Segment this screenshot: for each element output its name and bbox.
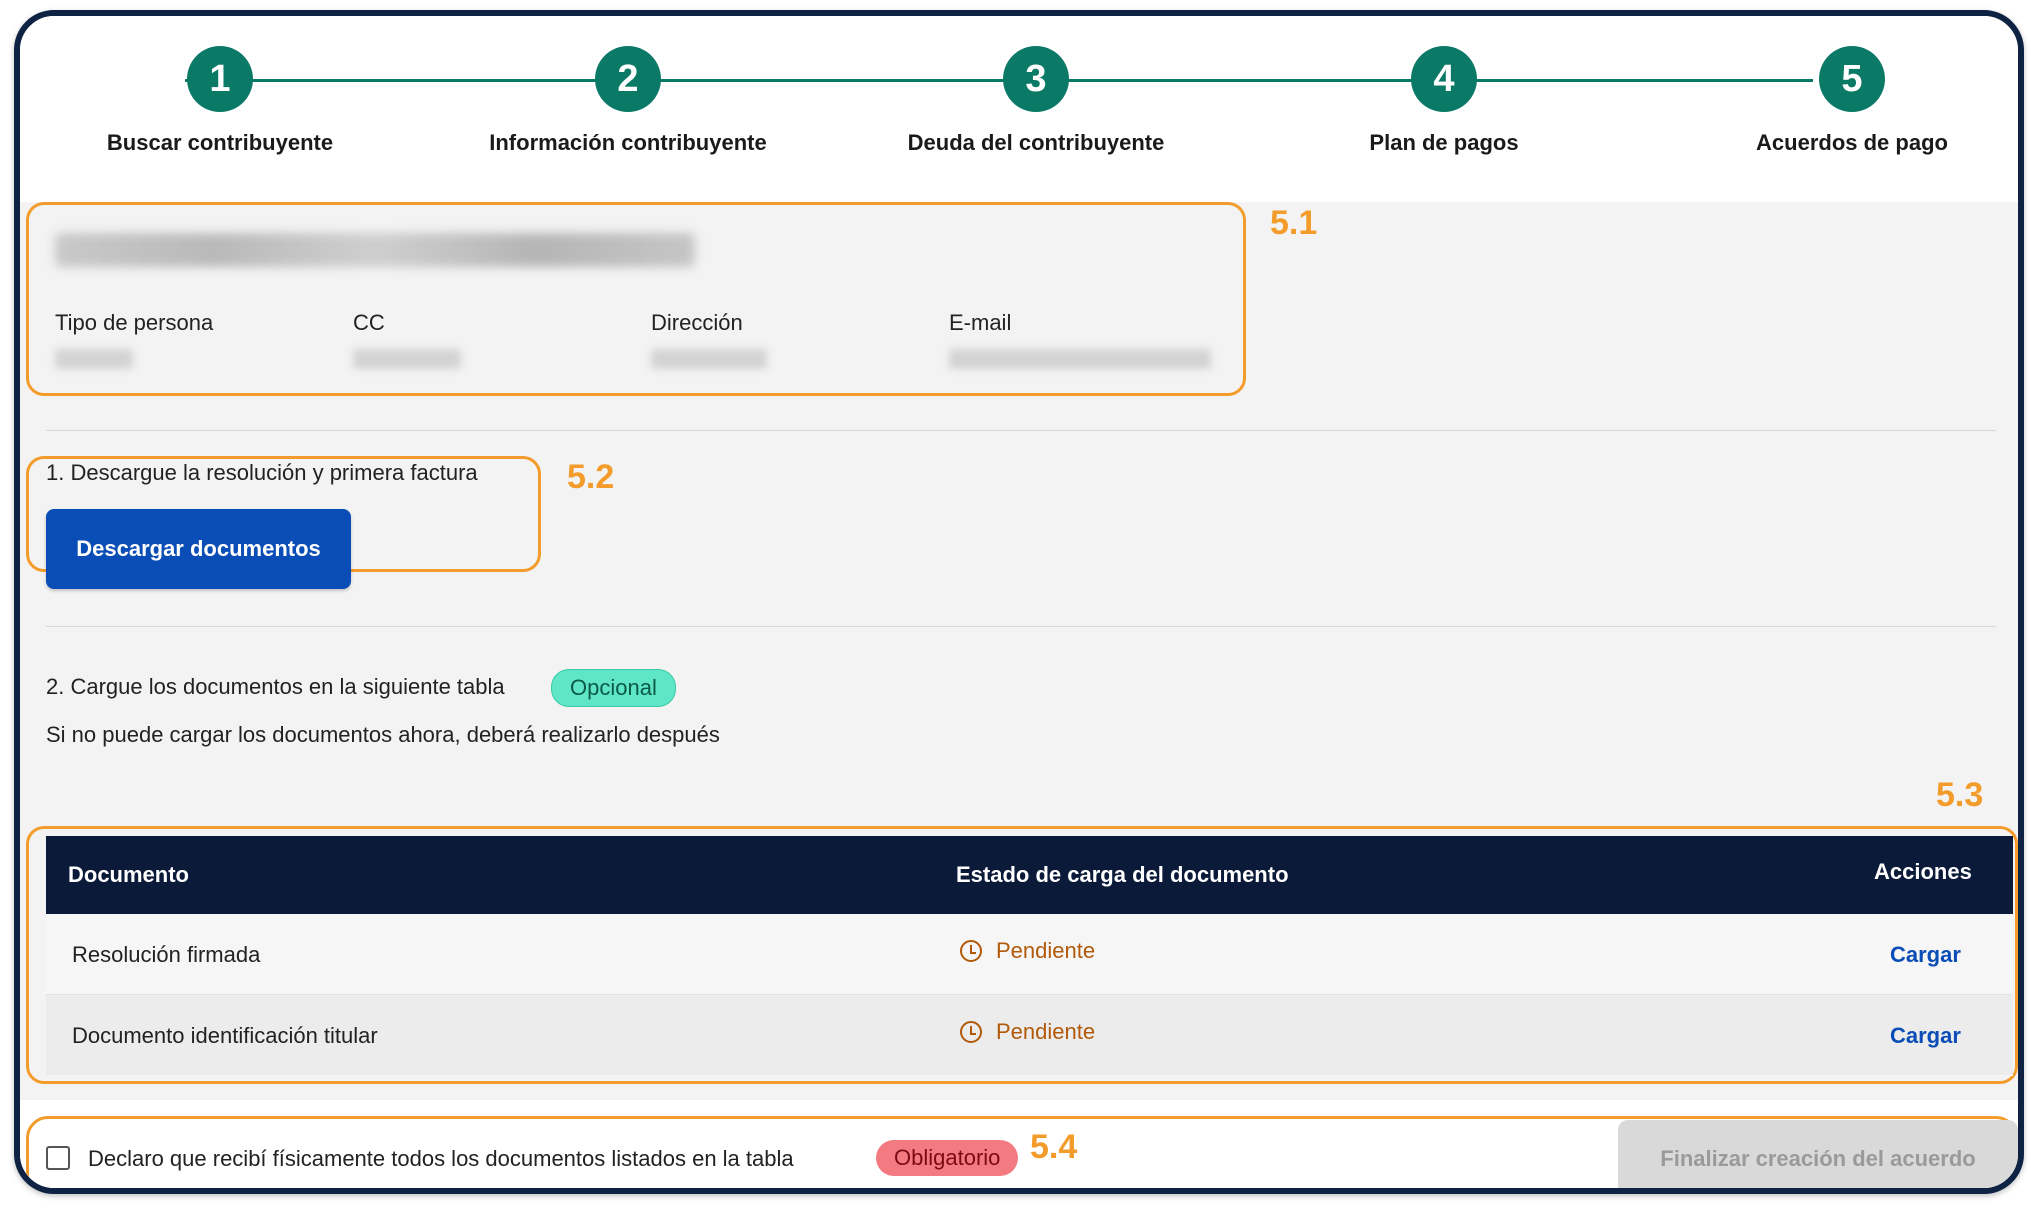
step-number: 1 [187, 46, 253, 112]
field-label-cc: CC [353, 310, 385, 335]
field-value-redacted [353, 349, 461, 369]
status-pending: Pendiente [960, 938, 1095, 964]
status-text: Pendiente [996, 1019, 1096, 1044]
step-2[interactable]: 2 Información contribuyente [478, 46, 778, 156]
taxpayer-name-redacted [55, 233, 695, 267]
required-badge: Obligatorio [876, 1140, 1019, 1176]
field-label-address: Dirección [651, 310, 743, 335]
clock-icon [960, 940, 982, 962]
step-number: 4 [1411, 46, 1477, 112]
field-value-redacted [651, 349, 767, 369]
step-label: Buscar contribuyente [106, 130, 334, 155]
column-header-status: Estado de carga del documento [956, 862, 1289, 887]
annotation-5-3: 5.3 [1936, 776, 1984, 814]
step-5[interactable]: 5 Acuerdos de pago [1702, 46, 2002, 156]
field-value-redacted [949, 349, 1211, 369]
finish-agreement-button[interactable]: Finalizar creación del acuerdo [1618, 1120, 2018, 1188]
column-header-actions: Acciones [1874, 859, 1972, 884]
table-row: Documento identificación titular Pendien… [46, 995, 2013, 1075]
stepper: 1 Buscar contribuyente 2 Información con… [20, 16, 2018, 202]
field-value-redacted [55, 349, 133, 369]
clock-icon [960, 1021, 982, 1043]
step-label: Plan de pagos [1369, 130, 1519, 155]
divider [46, 430, 1996, 431]
step-label: Deuda del contribuyente [907, 130, 1165, 155]
column-header-document: Documento [68, 862, 189, 887]
table-header: Documento Estado de carga del documento … [46, 836, 2013, 914]
section2-subtitle: Si no puede cargar los documentos ahora,… [46, 722, 720, 747]
taxpayer-card: Tipo de persona CC Dirección E-mail [26, 202, 1246, 396]
annotation-5-1: 5.1 [1270, 204, 1318, 242]
annotation-5-2: 5.2 [567, 458, 615, 496]
step-number: 5 [1819, 46, 1885, 112]
field-label-email: E-mail [949, 310, 1012, 335]
annotation-5-4: 5.4 [1030, 1128, 1078, 1166]
step-label: Acuerdos de pago [1756, 130, 1948, 155]
document-name: Resolución firmada [72, 942, 261, 967]
declaration-text: Declaro que recibí físicamente todos los… [88, 1146, 794, 1171]
upload-link[interactable]: Cargar [1890, 1023, 1961, 1049]
documents-table: Documento Estado de carga del documento … [46, 836, 2013, 1076]
field-label-person-type: Tipo de persona [55, 310, 214, 335]
app-window: 1 Buscar contribuyente 2 Información con… [14, 10, 2024, 1194]
step-label: Información contribuyente [489, 130, 767, 155]
section2-title: 2. Cargue los documentos en la siguiente… [46, 674, 505, 699]
upload-link[interactable]: Cargar [1890, 942, 1961, 968]
step-3[interactable]: 3 Deuda del contribuyente [886, 46, 1186, 156]
main-content: Tipo de persona CC Dirección E-mail 5.1 … [20, 202, 2018, 1188]
divider [46, 626, 1996, 627]
status-pending: Pendiente [960, 1019, 1095, 1045]
step-number: 2 [595, 46, 661, 112]
optional-badge: Opcional [551, 669, 676, 707]
step-number: 3 [1003, 46, 1069, 112]
table-row: Resolución firmada Pendiente Cargar [46, 914, 2013, 995]
step-4[interactable]: 4 Plan de pagos [1294, 46, 1594, 156]
declaration-checkbox[interactable] [46, 1146, 70, 1170]
section1-title: 1. Descargue la resolución y primera fac… [46, 460, 478, 485]
status-text: Pendiente [996, 938, 1096, 963]
download-documents-button[interactable]: Descargar documentos [46, 509, 351, 589]
document-name: Documento identificación titular [72, 1023, 378, 1048]
step-1[interactable]: 1 Buscar contribuyente [70, 46, 370, 156]
